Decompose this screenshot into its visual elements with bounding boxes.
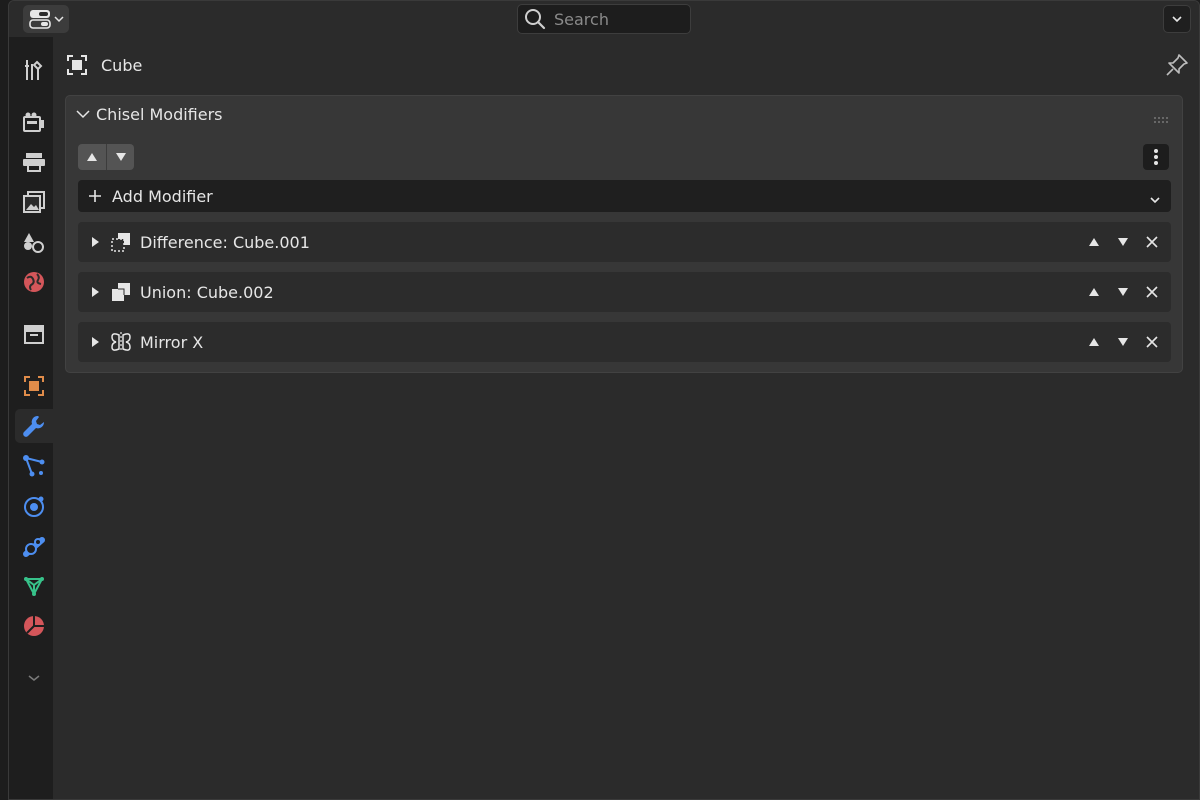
chevron-down-icon <box>1150 197 1160 204</box>
output-tab[interactable] <box>15 145 53 179</box>
modifier-name: Mirror X <box>140 332 204 352</box>
chevron-down-icon <box>1172 16 1182 23</box>
data-tab[interactable] <box>15 569 53 603</box>
render-tab[interactable] <box>15 105 53 139</box>
move-down-button[interactable] <box>1115 332 1130 352</box>
chisel-modifiers-panel: Chisel Modifiers Add Modifier Difference… <box>65 95 1183 373</box>
triangle-down-icon <box>1117 238 1128 246</box>
object-tab[interactable] <box>15 369 53 403</box>
editor-header <box>9 1 1199 37</box>
material-tab[interactable] <box>15 609 53 643</box>
object-data-icon <box>67 55 87 75</box>
modifier-name: Union: Cube.002 <box>140 282 274 302</box>
editor-type-button[interactable] <box>23 5 69 33</box>
properties-tabs <box>9 37 53 799</box>
move-up-button[interactable] <box>1086 232 1101 252</box>
move-up-button[interactable] <box>78 144 106 170</box>
move-down-button[interactable] <box>1115 232 1130 252</box>
modifiers-tab[interactable] <box>15 409 53 443</box>
triangle-down-icon <box>1117 338 1128 346</box>
close-icon <box>1145 236 1158 248</box>
world-tab[interactable] <box>15 265 53 299</box>
view-layer-tab[interactable] <box>15 185 53 219</box>
scene-tab[interactable] <box>15 225 53 259</box>
triangle-down-icon <box>1117 288 1128 296</box>
grip-icon <box>1154 117 1168 123</box>
more-tabs-toggle[interactable] <box>15 661 53 695</box>
expand-arrow-icon[interactable] <box>90 336 100 348</box>
add-modifier-dropdown[interactable]: Add Modifier <box>78 180 1171 212</box>
object-icon <box>24 376 44 396</box>
modifier-item-union[interactable]: Union: Cube.002 <box>78 272 1171 312</box>
expand-arrow-icon[interactable] <box>90 286 100 298</box>
add-modifier-label: Add Modifier <box>112 186 213 206</box>
properties-editor-icon <box>28 10 51 29</box>
remove-button[interactable] <box>1144 282 1159 302</box>
pin-icon <box>1166 54 1188 76</box>
tool-tab[interactable] <box>15 53 53 87</box>
constraints-tab[interactable] <box>15 529 53 563</box>
union-icon <box>112 283 130 301</box>
scene-icon <box>24 233 44 253</box>
move-up-button[interactable] <box>1086 332 1101 352</box>
triangle-up-icon <box>1088 338 1099 346</box>
triangle-up-icon <box>87 153 97 161</box>
modifier-item-mirror[interactable]: Mirror X <box>78 322 1171 362</box>
move-down-button[interactable] <box>106 144 134 170</box>
collection-icon <box>24 325 44 344</box>
collection-tab[interactable] <box>15 317 53 351</box>
output-icon <box>23 153 45 172</box>
object-name: Cube <box>101 55 143 75</box>
context-breadcrumb: Cube <box>65 51 1199 79</box>
move-up-button[interactable] <box>1086 282 1101 302</box>
panel-title: Chisel Modifiers <box>96 104 223 124</box>
material-icon <box>24 616 44 636</box>
properties-editor: Cube Chisel Modifiers <box>8 0 1200 800</box>
mirror-icon <box>111 332 131 352</box>
close-icon <box>1145 336 1158 348</box>
properties-content: Cube Chisel Modifiers Add Modifier Diffe… <box>53 37 1199 799</box>
search-input[interactable] <box>554 9 674 29</box>
physics-tab[interactable] <box>15 489 53 523</box>
view-layer-icon <box>23 191 45 213</box>
physics-icon <box>24 496 44 517</box>
modifier-item-difference[interactable]: Difference: Cube.001 <box>78 222 1171 262</box>
search-icon <box>525 9 546 30</box>
mesh-data-icon <box>24 577 44 597</box>
expand-arrow-icon[interactable] <box>90 236 100 248</box>
remove-button[interactable] <box>1144 332 1159 352</box>
drag-handle[interactable] <box>1154 108 1170 127</box>
plus-icon <box>89 190 101 202</box>
modifier-name: Difference: Cube.001 <box>140 232 310 252</box>
triangle-up-icon <box>1088 288 1099 296</box>
wrench-icon <box>23 415 45 437</box>
difference-icon <box>111 233 130 252</box>
chevron-down-icon <box>53 16 64 23</box>
tool-icon <box>25 60 43 80</box>
particles-tab[interactable] <box>15 449 53 483</box>
options-dropdown-button[interactable] <box>1163 5 1191 33</box>
render-icon <box>23 112 44 132</box>
move-down-button[interactable] <box>1115 282 1130 302</box>
triangle-up-icon <box>1088 238 1099 246</box>
panel-header[interactable]: Chisel Modifiers <box>76 102 223 126</box>
vertical-dots-icon <box>1154 149 1158 165</box>
more-options-button[interactable] <box>1143 144 1169 170</box>
remove-button[interactable] <box>1144 232 1159 252</box>
constraints-icon <box>23 537 45 557</box>
triangle-down-icon <box>115 153 126 161</box>
particles-icon <box>23 455 45 477</box>
chevron-down-icon <box>28 675 40 681</box>
search-field[interactable] <box>517 4 691 34</box>
move-buttons <box>78 144 134 170</box>
close-icon <box>1145 286 1158 298</box>
pin-button[interactable] <box>1165 53 1189 81</box>
world-icon <box>24 272 44 292</box>
chevron-down-icon <box>76 110 90 119</box>
